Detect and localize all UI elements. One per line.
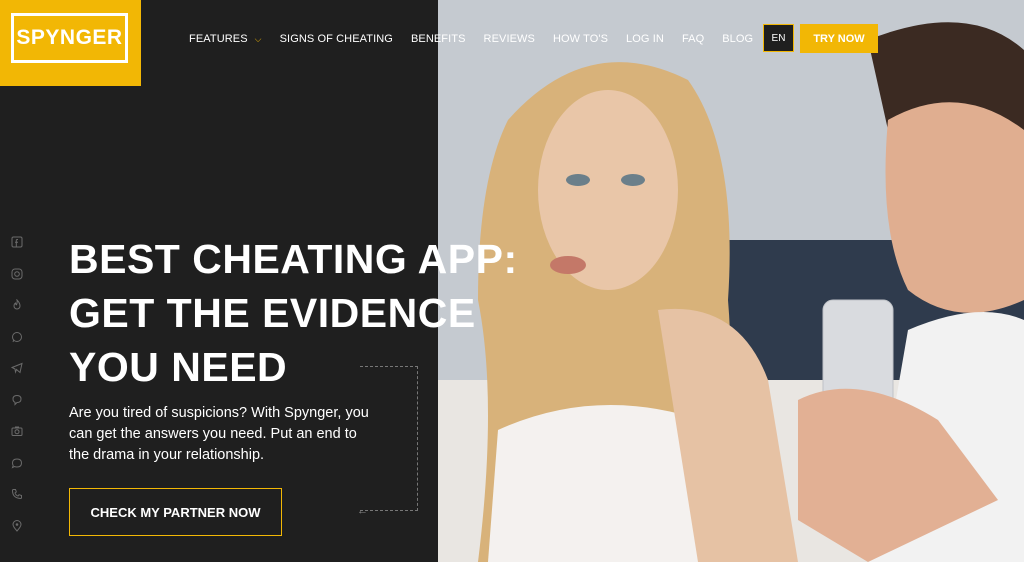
chevron-down-icon: ⌵ — [254, 33, 262, 44]
tinder-icon[interactable] — [11, 299, 23, 311]
arrow-left-icon: ← — [357, 505, 368, 517]
nav-item-features[interactable]: FEATURES ⌵ — [189, 33, 262, 45]
nav-item-how-tos[interactable]: HOW TO'S — [553, 33, 608, 45]
social-icons-bar — [11, 236, 25, 551]
nav-item-blog[interactable]: BLOG — [722, 33, 753, 45]
headline-line: BEST CHEATING APP: — [69, 236, 518, 282]
main-nav: FEATURES ⌵ SIGNS OF CHEATING BENEFITS RE… — [189, 31, 771, 47]
nav-item-log-in[interactable]: LOG IN — [626, 33, 664, 45]
headline-line: GET THE EVIDENCE — [69, 290, 476, 336]
hero-subtext: Are you tired of suspicions? With Spynge… — [69, 405, 369, 463]
hero-headline: BEST CHEATING APP: GET THE EVIDENCE YOU … — [69, 232, 539, 394]
chat-icon[interactable] — [11, 457, 23, 469]
location-icon[interactable] — [11, 519, 23, 532]
nav-item-reviews[interactable]: REVIEWS — [484, 33, 535, 45]
check-my-partner-button[interactable]: CHECK MY PARTNER NOW — [69, 488, 282, 536]
whatsapp-icon[interactable] — [11, 331, 23, 343]
facebook-icon[interactable] — [11, 236, 23, 248]
instagram-icon[interactable] — [11, 268, 23, 280]
camera-icon[interactable] — [11, 425, 23, 437]
logo-text: SPYNGER — [11, 13, 128, 63]
nav-item-benefits[interactable]: BENEFITS — [411, 33, 466, 45]
phone-icon[interactable] — [11, 488, 23, 500]
viber-icon[interactable] — [11, 394, 23, 406]
nav-item-signs-of-cheating[interactable]: SIGNS OF CHEATING — [280, 33, 393, 45]
nav-item-faq[interactable]: FAQ — [682, 33, 704, 45]
language-selector[interactable]: EN — [763, 24, 794, 52]
logo[interactable]: SPYNGER — [0, 0, 141, 86]
try-now-button[interactable]: TRY NOW — [800, 24, 878, 53]
headline-line: YOU NEED — [69, 344, 288, 390]
telegram-icon[interactable] — [11, 362, 23, 374]
